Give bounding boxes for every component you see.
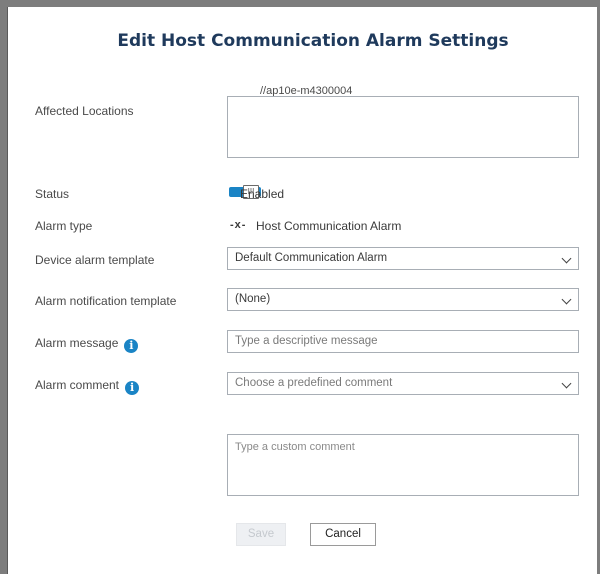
alarm-comment-label-row: Alarm comment i	[35, 378, 140, 395]
alarm-notification-template-select[interactable]: (None)	[227, 288, 579, 311]
alarm-message-label-row: Alarm message i	[35, 336, 139, 353]
alarm-comment-value: Choose a predefined comment	[235, 377, 393, 389]
status-toggle-label: Enabled	[240, 187, 285, 201]
info-icon[interactable]: i	[124, 339, 139, 353]
chevron-down-icon	[561, 378, 572, 389]
device-alarm-template-select[interactable]: Default Communication Alarm	[227, 247, 579, 270]
alarm-type-label: Alarm type	[35, 219, 93, 233]
custom-comment-field[interactable]: Type a custom comment	[227, 434, 579, 496]
alarm-message-label: Alarm message	[35, 336, 119, 350]
device-alarm-template-value: Default Communication Alarm	[235, 252, 388, 264]
disconnected-link-icon: -x-	[230, 219, 247, 231]
dialog-title: Edit Host Communication Alarm Settings	[117, 31, 509, 51]
alarm-type-value: Host Communication Alarm	[256, 219, 402, 233]
alarm-comment-select[interactable]: Choose a predefined comment	[227, 372, 579, 395]
chevron-down-icon	[561, 253, 572, 264]
alarm-message-input[interactable]: Type a descriptive message	[227, 330, 579, 353]
info-icon[interactable]: i	[125, 381, 140, 395]
cancel-button[interactable]: Cancel	[310, 523, 376, 546]
alarm-notification-template-label: Alarm notification template	[35, 294, 177, 308]
edit-alarm-dialog: Edit Host Communication Alarm Settings /…	[7, 7, 597, 574]
alarm-comment-label: Alarm comment	[35, 378, 120, 392]
device-alarm-template-label: Device alarm template	[35, 253, 155, 267]
alarm-notification-template-value: (None)	[235, 293, 271, 305]
chevron-down-icon	[561, 294, 572, 305]
save-button[interactable]: Save	[236, 523, 286, 546]
status-label: Status	[35, 187, 70, 201]
affected-locations-label: Affected Locations	[35, 104, 134, 118]
affected-locations-field[interactable]	[227, 96, 579, 158]
